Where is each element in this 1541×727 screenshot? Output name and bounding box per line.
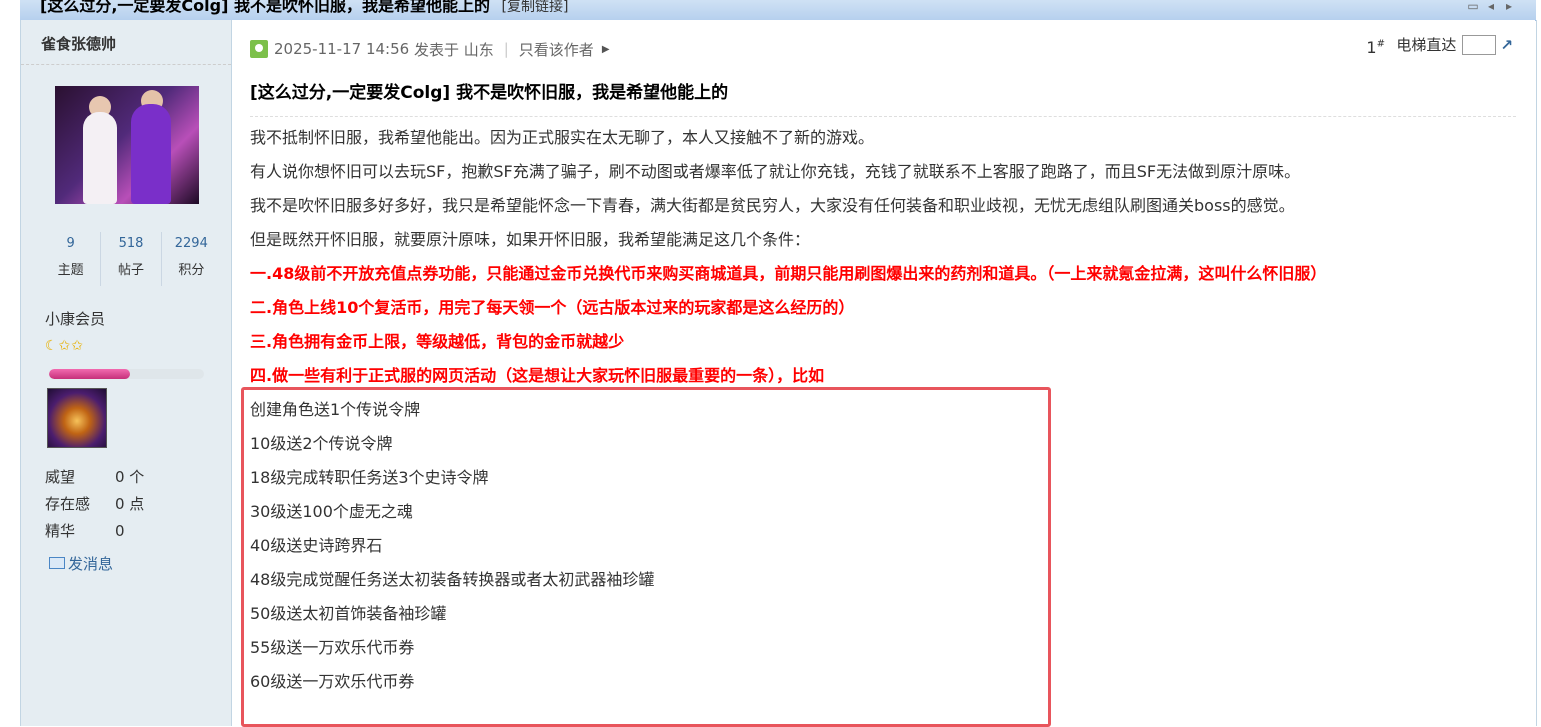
post-title: [这么过分,一定要发Colg] 我不是吹怀旧服，我是希望他能上的 (250, 83, 729, 103)
paragraph: 有人说你想怀旧可以去玩SF，抱歉SF充满了骗子，刷不动图或者爆率低了就让你充钱，… (250, 162, 1301, 181)
post-meta: 2025-11-17 14:56 发表于 山东 | 只看该作者 ▶ (250, 38, 610, 60)
stat-label: 积分 (178, 263, 205, 278)
reward-item: 40级送史诗跨界石 (250, 536, 383, 555)
only-author-link[interactable]: 只看该作者 (519, 39, 594, 60)
elevator-go-icon[interactable]: ↗ (1500, 36, 1513, 54)
stat-posts[interactable]: 518 帖子 (100, 232, 160, 286)
paragraph: 但是既然开怀旧服，就要原汁原味，如果开怀旧服，我希望能满足这几个条件： (250, 230, 811, 249)
triangle-right-icon: ▶ (601, 43, 610, 55)
reward-item: 48级完成觉醒任务送太初装备转换器或者太初武器袖珍罐 (250, 570, 655, 589)
level-progress-fill (49, 369, 130, 379)
next-thread-icon[interactable]: ▸ (1502, 0, 1516, 12)
envelope-icon (49, 557, 65, 569)
stat-label: 帖子 (117, 263, 144, 278)
reward-item: 55级送一万欢乐代币券 (250, 638, 415, 657)
reward-item: 18级完成转职任务送3个史诗令牌 (250, 468, 489, 487)
rule-item: 四.做一些有利于正式服的网页活动（这是想让大家玩怀旧服最重要的一条），比如 (250, 366, 825, 385)
reward-item: 创建角色送1个传说令牌 (250, 400, 421, 419)
profile-row: 威望 0 个 (45, 464, 144, 491)
reward-item: 10级送2个传说令牌 (250, 434, 393, 453)
profile-value: 0 点 (115, 495, 145, 513)
paragraph: 我不是吹怀旧服多好多好，我只是希望能怀念一下青春，满大街都是贫民穷人，大家没有任… (250, 196, 1295, 215)
avatar-figure (131, 104, 171, 204)
profile-value: 0 (115, 522, 125, 540)
elevator-label: 电梯直达 (1396, 36, 1457, 54)
author-stats: 9 主题 518 帖子 2294 积分 (41, 232, 221, 286)
rule-item: 一.48级前不开放充值点券功能，只能通过金币兑换代币来购买商城道具，前期只能用刷… (250, 264, 1327, 283)
stat-topics[interactable]: 9 主题 (41, 232, 100, 286)
reward-item: 50级送太初首饰装备袖珍罐 (250, 604, 447, 623)
author-sidebar: 雀食张德帅 9 主题 518 帖子 2294 积分 小康会员 ☾✩✩ 威望 0 … (21, 20, 232, 726)
profile-key: 存在感 (45, 495, 91, 513)
rule-item: 二.角色上线10个复活币，用完了每天领一个（远古版本过来的玩家都是这么经历的） (250, 298, 855, 317)
title-divider (250, 116, 1516, 117)
stat-value: 2294 (174, 236, 208, 251)
elevator-input[interactable] (1462, 34, 1497, 55)
avatar-figure (83, 112, 117, 204)
send-message-link[interactable]: 发消息 (49, 553, 113, 574)
author-profile: 威望 0 个 存在感 0 点 精华 0 (45, 464, 144, 545)
rank-stars-icon: ☾✩✩ (45, 338, 85, 354)
user-group[interactable]: 小康会员 (45, 308, 105, 329)
stat-label: 主题 (57, 263, 84, 278)
print-icon[interactable]: ▭ (1466, 0, 1480, 12)
meta-divider: | (503, 40, 509, 58)
send-message-label: 发消息 (68, 555, 114, 573)
online-status-icon (250, 40, 268, 58)
thread-title-text: [这么过分,一定要发Colg] 我不是吹怀旧服，我是希望他能上的 (40, 0, 490, 15)
avatar[interactable] (55, 86, 199, 204)
post-body: 我不抵制怀旧服，我希望他能出。因为正式服实在太无聊了，本人又接触不了新的游戏。 … (250, 121, 1530, 699)
medal-icon[interactable] (47, 388, 107, 448)
reward-item: 30级送100个虚无之魂 (250, 502, 413, 521)
floor-number-value: 1 (1366, 38, 1377, 57)
profile-key: 精华 (45, 522, 76, 540)
reward-item: 60级送一万欢乐代币券 (250, 672, 415, 691)
profile-row: 存在感 0 点 (45, 491, 144, 518)
stat-value: 518 (118, 236, 144, 251)
header-tools: ▭ ◂ ▸ (1466, 0, 1516, 12)
prev-thread-icon[interactable]: ◂ (1484, 0, 1498, 12)
stat-value: 9 (66, 236, 75, 251)
thread-header-bar: [这么过分,一定要发Colg] 我不是吹怀旧服，我是希望他能上的 [复制链接] … (20, 0, 1536, 21)
level-progress-bar (49, 369, 204, 379)
post-frame: 雀食张德帅 9 主题 518 帖子 2294 积分 小康会员 ☾✩✩ 威望 0 … (20, 20, 1537, 727)
elevator: 电梯直达 ↗ (1396, 34, 1513, 55)
post-content: 2025-11-17 14:56 发表于 山东 | 只看该作者 ▶ 1# 电梯直… (232, 20, 1535, 727)
post-location: 发表于 山东 (413, 40, 494, 59)
profile-value: 0 个 (115, 468, 145, 486)
post-datetime: 2025-11-17 14:56 (274, 40, 410, 58)
floor-number[interactable]: 1# (1366, 38, 1385, 57)
author-name[interactable]: 雀食张德帅 (21, 20, 231, 65)
profile-row: 精华 0 (45, 518, 144, 545)
thread-title: [这么过分,一定要发Colg] 我不是吹怀旧服，我是希望他能上的 [复制链接] (40, 0, 568, 16)
copy-link[interactable]: [复制链接] (502, 0, 569, 15)
rule-item: 三.角色拥有金币上限，等级越低，背包的金币就越少 (250, 332, 625, 351)
stat-points[interactable]: 2294 积分 (160, 232, 221, 286)
profile-key: 威望 (45, 468, 76, 486)
paragraph: 我不抵制怀旧服，我希望他能出。因为正式服实在太无聊了，本人又接触不了新的游戏。 (250, 128, 875, 147)
floor-mark: # (1376, 38, 1385, 50)
